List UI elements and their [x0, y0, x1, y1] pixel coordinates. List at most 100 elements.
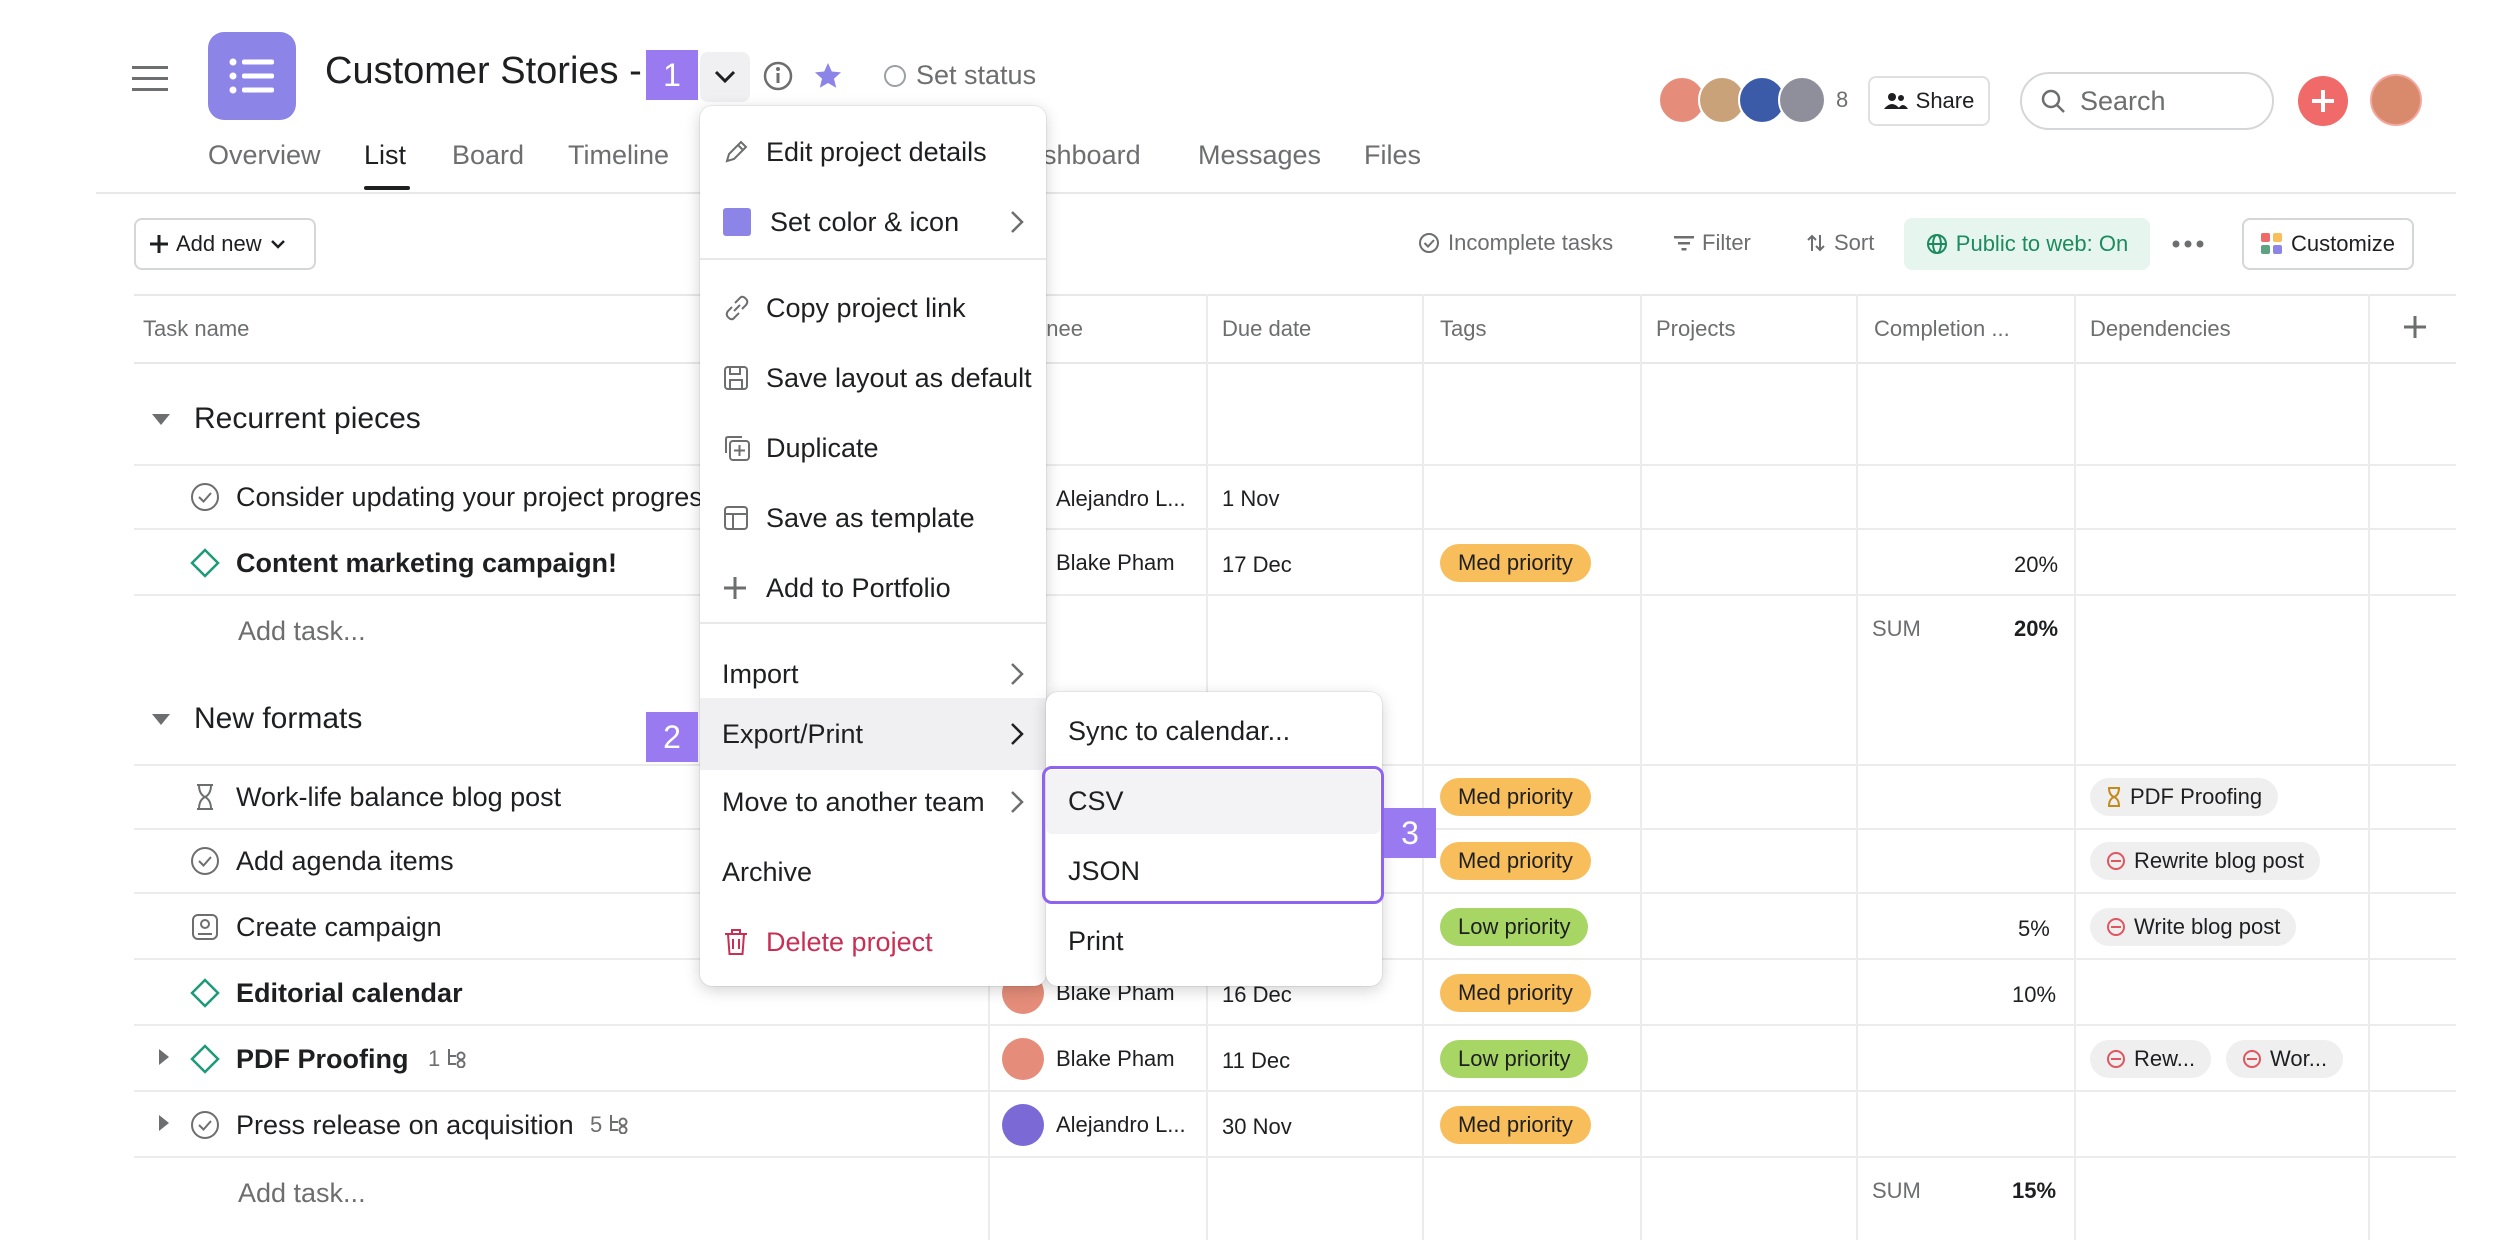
add-new-button[interactable]: Add new: [134, 218, 316, 270]
menu-item-import[interactable]: Import: [700, 644, 1046, 704]
priority-tag[interactable]: Low priority: [1440, 908, 1589, 946]
priority-tag[interactable]: Med priority: [1440, 778, 1591, 816]
more-options-icon[interactable]: [2170, 232, 2206, 256]
milestone-diamond-icon[interactable]: [190, 548, 220, 578]
complete-task-checkbox[interactable]: [190, 482, 220, 512]
milestone-diamond-icon[interactable]: [190, 978, 220, 1008]
public-to-web-button[interactable]: Public to web: On: [1904, 218, 2150, 270]
blocked-icon: [2107, 1050, 2125, 1068]
dependency-chip[interactable]: Rew...: [2090, 1040, 2212, 1078]
project-title[interactable]: Customer Stories -: [325, 50, 642, 93]
search-input[interactable]: Search: [2020, 72, 2274, 130]
column-due-date[interactable]: Due date: [1222, 316, 1311, 342]
user-avatar[interactable]: [2370, 74, 2422, 126]
expand-subtasks-caret[interactable]: [158, 1048, 170, 1066]
dependency-chip[interactable]: Rewrite blog post: [2090, 842, 2320, 880]
priority-tag[interactable]: Med priority: [1440, 974, 1591, 1012]
task-name[interactable]: Create campaign: [236, 912, 442, 943]
tab-messages[interactable]: Messages: [1198, 140, 1321, 171]
priority-tag[interactable]: Med priority: [1440, 544, 1591, 582]
milestone-diamond-icon[interactable]: [190, 1044, 220, 1074]
completion-value[interactable]: 20%: [2014, 552, 2058, 578]
dependency-chip[interactable]: PDF Proofing: [2090, 778, 2279, 816]
assignee-name[interactable]: Alejandro L...: [1056, 486, 1186, 512]
due-date[interactable]: 1 Nov: [1222, 486, 1279, 512]
complete-task-checkbox[interactable]: [190, 1110, 220, 1140]
menu-item-copy-project-link[interactable]: Copy project link: [700, 278, 1046, 338]
info-icon[interactable]: [762, 60, 794, 92]
task-name[interactable]: Editorial calendar: [236, 978, 463, 1009]
task-name[interactable]: Work-life balance blog post: [236, 782, 561, 813]
section-collapse-caret[interactable]: [152, 414, 170, 425]
expand-subtasks-caret[interactable]: [158, 1114, 170, 1132]
task-name[interactable]: PDF Proofing: [236, 1044, 408, 1075]
column-completion[interactable]: Completion ...: [1874, 316, 2010, 342]
incomplete-tasks-filter[interactable]: Incomplete tasks: [1418, 230, 1613, 256]
sort-button[interactable]: Sort: [1806, 230, 1874, 256]
quick-add-button[interactable]: [2298, 76, 2348, 126]
menu-item-set-color-icon[interactable]: Set color & icon: [700, 192, 1046, 252]
task-name[interactable]: Consider updating your project progres: [236, 482, 703, 513]
subtask-count[interactable]: 1: [428, 1046, 440, 1072]
filter-button[interactable]: Filter: [1674, 230, 1751, 256]
priority-tag[interactable]: Med priority: [1440, 1106, 1591, 1144]
tab-board[interactable]: Board: [452, 140, 524, 171]
star-icon[interactable]: [812, 60, 844, 92]
tab-overview[interactable]: Overview: [208, 140, 321, 171]
dependency-chip[interactable]: Write blog post: [2090, 908, 2297, 946]
customize-button[interactable]: Customize: [2242, 218, 2414, 270]
menu-divider: [700, 258, 1046, 260]
column-projects[interactable]: Projects: [1656, 316, 1735, 342]
project-menu-dropdown-button[interactable]: [700, 52, 750, 102]
menu-item-move-to-team[interactable]: Move to another team: [700, 772, 1046, 832]
submenu-item-sync-calendar[interactable]: Sync to calendar...: [1068, 716, 1290, 747]
add-task-link[interactable]: Add task...: [238, 616, 366, 647]
complete-task-checkbox[interactable]: [190, 846, 220, 876]
priority-tag[interactable]: Med priority: [1440, 842, 1591, 880]
set-status-button[interactable]: Set status: [884, 60, 1036, 91]
hamburger-menu-icon[interactable]: [132, 64, 168, 94]
menu-item-save-as-template[interactable]: Save as template: [700, 488, 1046, 548]
column-dependencies[interactable]: Dependencies: [2090, 316, 2231, 342]
section-title[interactable]: New formats: [194, 702, 362, 736]
column-task-name[interactable]: Task name: [143, 316, 249, 342]
menu-item-add-to-portfolio[interactable]: Add to Portfolio: [700, 558, 1046, 618]
chevron-right-icon: [1010, 790, 1024, 814]
add-column-icon[interactable]: [2404, 316, 2426, 338]
project-list-icon[interactable]: [208, 32, 296, 120]
assignee-name[interactable]: Alejandro L...: [1056, 1112, 1186, 1138]
column-tags[interactable]: Tags: [1440, 316, 1486, 342]
tab-files[interactable]: Files: [1364, 140, 1421, 171]
section-collapse-caret[interactable]: [152, 714, 170, 725]
plus-icon: [2312, 90, 2334, 112]
dependency-chip[interactable]: Wor...: [2226, 1040, 2344, 1078]
hourglass-icon[interactable]: [190, 782, 220, 812]
menu-item-save-layout-default[interactable]: Save layout as default: [700, 348, 1046, 408]
tab-timeline[interactable]: Timeline: [568, 140, 669, 171]
assignee-name[interactable]: Blake Pham: [1056, 550, 1175, 576]
column-divider: [2368, 294, 2370, 1240]
subtask-count[interactable]: 5: [590, 1112, 602, 1138]
menu-item-export-print[interactable]: Export/Print: [700, 698, 1046, 770]
due-date[interactable]: 11 Dec: [1222, 1048, 1290, 1074]
submenu-item-print[interactable]: Print: [1068, 926, 1124, 957]
due-date[interactable]: 30 Nov: [1222, 1114, 1292, 1140]
add-task-link[interactable]: Add task...: [238, 1178, 366, 1209]
menu-item-delete-project[interactable]: Delete project: [700, 912, 1046, 972]
section-title[interactable]: Recurrent pieces: [194, 402, 421, 436]
task-name[interactable]: Add agenda items: [236, 846, 454, 877]
assignee-name[interactable]: Blake Pham: [1056, 1046, 1175, 1072]
menu-item-edit-project-details[interactable]: Edit project details: [700, 122, 1046, 182]
tab-list[interactable]: List: [364, 140, 406, 171]
priority-tag[interactable]: Low priority: [1440, 1040, 1589, 1078]
approval-icon[interactable]: [190, 912, 220, 942]
due-date[interactable]: 17 Dec: [1222, 552, 1292, 578]
menu-item-archive[interactable]: Archive: [700, 842, 1046, 902]
completion-value[interactable]: 10%: [2012, 982, 2056, 1008]
task-name[interactable]: Press release on acquisition: [236, 1110, 574, 1141]
share-button[interactable]: Share: [1868, 76, 1990, 126]
menu-item-duplicate[interactable]: Duplicate: [700, 418, 1046, 478]
completion-value[interactable]: 5%: [2018, 916, 2050, 942]
project-members[interactable]: 8: [1658, 76, 1848, 124]
task-name[interactable]: Content marketing campaign!: [236, 548, 617, 579]
